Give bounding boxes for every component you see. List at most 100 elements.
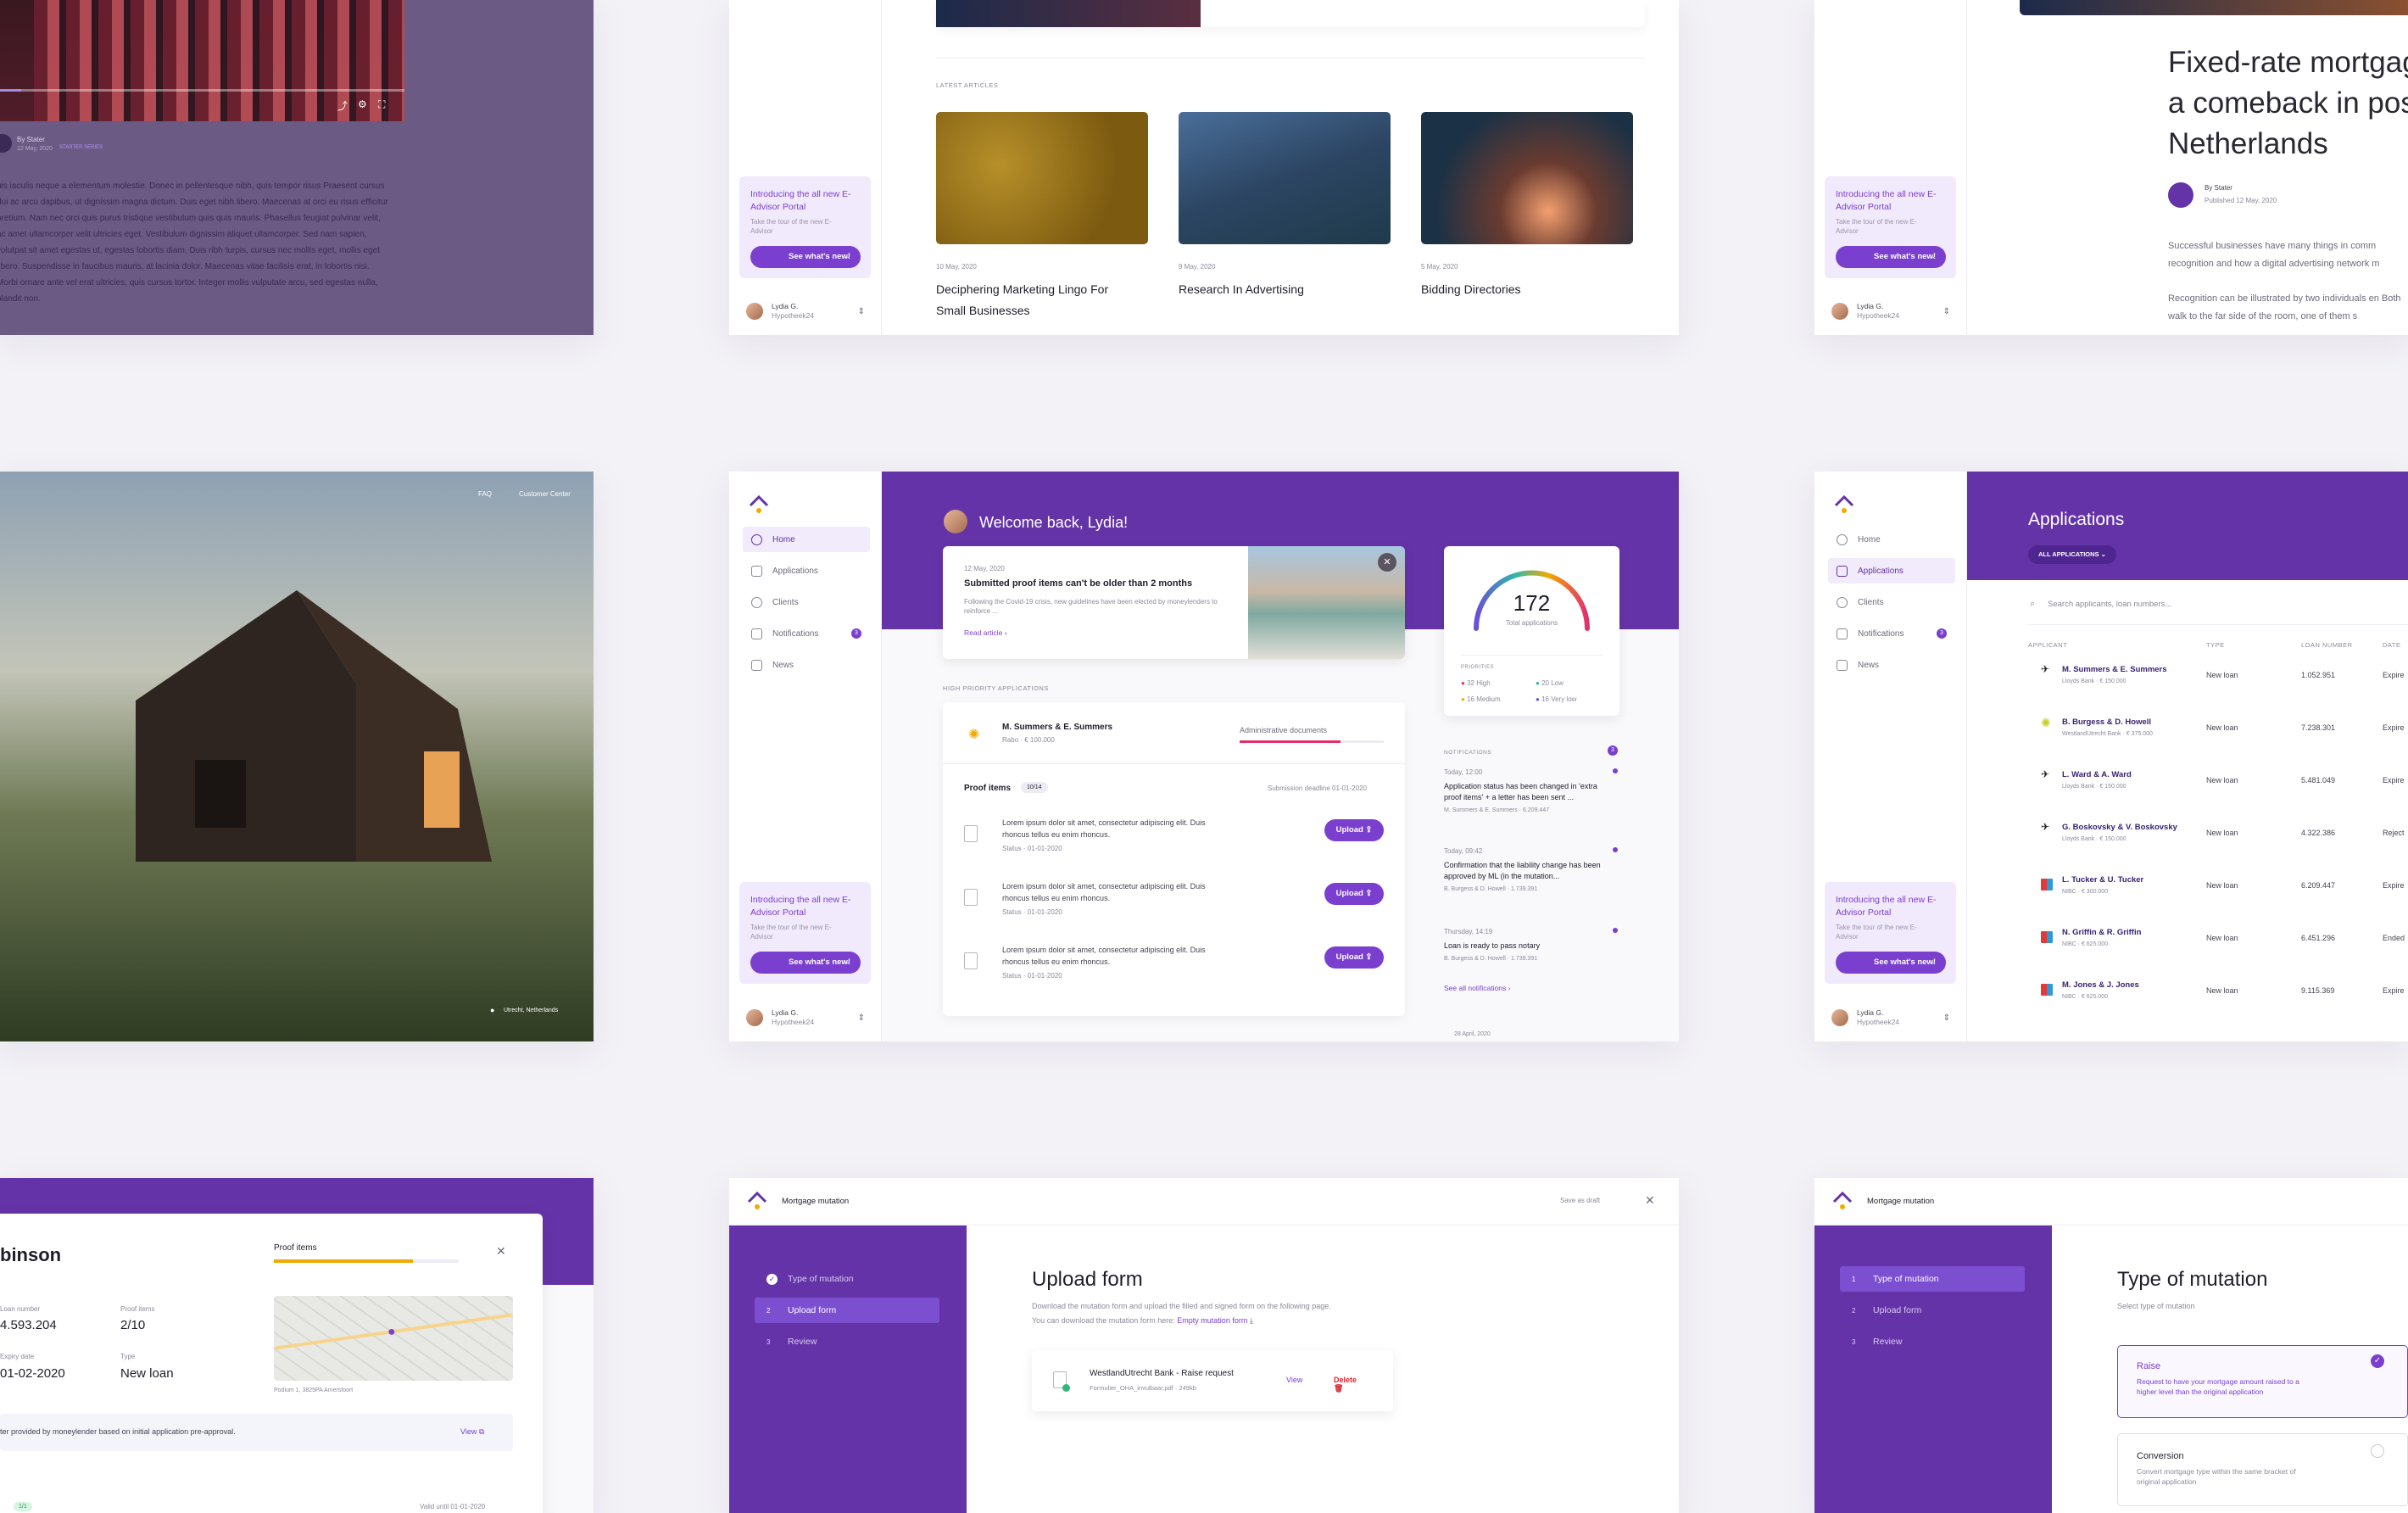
nav-item-notifications[interactable]: Notifications 3 (743, 621, 870, 646)
nav-item-home[interactable]: Home (1828, 527, 1955, 552)
see-all-notifications-link[interactable]: See all notifications › (1444, 984, 1510, 992)
filter-dropdown[interactable]: ALL APPLICATIONS ⌄ (2028, 545, 2116, 564)
uploaded-file-card: WestlandUtrecht Bank - Raise request For… (1032, 1350, 1393, 1411)
save-draft-button[interactable]: Save as draft (1560, 1197, 1600, 1204)
table-row[interactable]: ✈ L. Ward & A. Ward Lloyds Bank · € 150.… (2028, 762, 2408, 814)
video-player[interactable]: ⤴ ⚙ ⛶ (0, 0, 404, 121)
user-name: Lydia G. (1857, 302, 1884, 310)
empty-form-link[interactable]: Empty mutation form (1177, 1316, 1247, 1325)
nav-item-notifications[interactable]: Notifications 3 (1828, 621, 1955, 646)
type-of-mutation-card: Mortgage mutation 1 Type of mutation 2 Upl… (1814, 1178, 2408, 1513)
table-row[interactable]: ✈ M. Summers & E. Summers Lloyds Bank · … (2028, 656, 2408, 709)
table-row[interactable]: ✺ B. Burgess & D. Howell WestlandUtrecht… (2028, 709, 2408, 762)
see-whats-new-button[interactable]: See what's new! → (750, 246, 861, 268)
upload-button[interactable]: Upload ⇪ (1324, 946, 1384, 969)
notifications-label: NOTIFICATIONS (1444, 750, 1492, 756)
promo-title: Introducing the all new E-Advisor Portal (1836, 895, 1937, 918)
column-header-loan-number[interactable]: LOAN NUMBER (2301, 641, 2353, 649)
article-date: 10 May, 2020 (936, 263, 977, 271)
priority-application-card: ✺ M. Summers & E. Summers Rabo · € 100.0… (943, 702, 1405, 1016)
search-input[interactable]: Search applicants, loan numbers... (2048, 600, 2171, 609)
flow-title: Mortgage mutation (782, 1197, 850, 1206)
faq-link[interactable]: FAQ (478, 490, 492, 498)
priority-high: ● 32 High (1461, 679, 1491, 687)
section-label: HIGH PRIORITY APPLICATIONS (943, 684, 1049, 692)
share-icon[interactable]: ⤴ (337, 98, 348, 113)
notification-item[interactable]: Today, 12:00 Application status has been… (1444, 768, 1619, 813)
column-header-applicant[interactable]: APPLICANT (2028, 641, 2067, 649)
close-icon[interactable]: ✕ (1378, 553, 1396, 572)
news-card: 12 May, 2020 Submitted proof items can't… (943, 546, 1405, 659)
close-icon[interactable]: ✕ (1645, 1193, 1655, 1208)
step-upload-form[interactable]: 2 Upload form (1840, 1298, 2025, 1323)
promo-title: Introducing the all new E-Advisor Portal (750, 895, 851, 918)
user-switcher[interactable]: Lydia G. Hypotheek24 ⇕ (746, 302, 865, 321)
form-title: Upload form (1032, 1268, 1143, 1291)
user-name: Lydia G. (1857, 1008, 1884, 1017)
table-row[interactable]: L. Tucker & U. Tucker NIBC · € 300.000 N… (2028, 867, 2408, 919)
read-article-link[interactable]: Read article › (964, 628, 1007, 637)
delete-file-button[interactable]: Delete 🗑 (1334, 1376, 1357, 1393)
step-review[interactable]: 3 Review (755, 1329, 939, 1354)
nav-item-news[interactable]: News (743, 652, 870, 678)
user-switcher[interactable]: Lydia G. Hypotheek24 ⇕ (746, 1008, 865, 1027)
view-file-button[interactable]: View (1286, 1376, 1302, 1384)
notification-badge: 3 (851, 628, 861, 639)
notification-item[interactable]: Thursday, 14:19 Loan is ready to pass no… (1444, 928, 1619, 962)
tag-badge: STARTER SERIES (59, 145, 103, 150)
total-applications-label: Total applications (1505, 619, 1558, 627)
bank-logo-icon: ✈ (2041, 768, 2050, 780)
user-icon (751, 596, 762, 608)
see-whats-new-button[interactable]: See what's new! → (1836, 246, 1946, 268)
option-raise[interactable]: Raise Request to have your mortgage amou… (2117, 1345, 2408, 1418)
bank-logo-icon (2041, 984, 2053, 996)
settings-icon[interactable]: ⚙ (358, 98, 367, 110)
step-type-of-mutation[interactable]: ✓ Type of mutation (755, 1266, 939, 1292)
proof-item-text: Lorem ipsum dolor sit amet, consectetur … (1002, 946, 1206, 966)
nav-item-clients[interactable]: Clients (1828, 589, 1955, 615)
promo-subtitle: Take the tour of the new E-Advisor (1836, 924, 1917, 941)
step-upload-form[interactable]: 2 Upload form (755, 1298, 939, 1323)
nav-item-news[interactable]: News (1828, 652, 1955, 678)
home-icon (1837, 533, 1848, 545)
user-switcher[interactable]: Lydia G. Hypotheek24 ⇕ (1831, 302, 1950, 321)
expiry-date-value: 01-02-2020 (0, 1366, 65, 1381)
proof-item-text: Lorem ipsum dolor sit amet, consectetur … (1002, 818, 1206, 839)
article-card[interactable]: 9 May, 2020 Research In Advertising (1179, 112, 1391, 300)
see-whats-new-button[interactable]: See what's new! → (750, 952, 861, 974)
table-row[interactable]: M. Jones & J. Jones NIBC · € 625.000 New… (2028, 972, 2408, 1024)
article-card[interactable]: 10 May, 2020 Deciphering Marketing Lingo… (936, 112, 1148, 321)
upload-form-card: Mortgage mutation Save as draft ✕ ✓ Type … (729, 1178, 1679, 1513)
avatar (1831, 303, 1848, 320)
fullscreen-icon[interactable]: ⛶ (378, 98, 385, 111)
option-conversion[interactable]: Conversion Convert mortgage type within … (2117, 1433, 2408, 1506)
column-header-date[interactable]: DATE (2383, 641, 2400, 649)
table-row[interactable]: ✈ G. Boskovsky & V. Boskovsky Lloyds Ban… (2028, 814, 2408, 867)
upload-button[interactable]: Upload ⇪ (1324, 819, 1384, 841)
close-icon[interactable]: ✕ (496, 1244, 506, 1259)
article-card[interactable]: 5 May, 2020 Bidding Directories (1421, 112, 1633, 300)
logo-icon (747, 1191, 767, 1209)
nav-item-applications[interactable]: Applications (743, 558, 870, 583)
bank-logo-icon (2041, 931, 2053, 943)
table-row[interactable]: N. Griffin & R. Griffin NIBC · € 625.000… (2028, 919, 2408, 972)
view-link[interactable]: View ⧉ (460, 1427, 484, 1437)
user-switcher[interactable]: Lydia G. Hypotheek24 ⇕ (1831, 1008, 1950, 1027)
notification-item[interactable]: Today, 09:42 Confirmation that the liabi… (1444, 847, 1619, 892)
customer-center-link[interactable]: Customer Center (519, 490, 571, 498)
column-header-type[interactable]: TYPE (2206, 641, 2225, 649)
nav-item-clients[interactable]: Clients (743, 589, 870, 615)
bank-logo-icon (2041, 879, 2053, 890)
nav-item-home[interactable]: Home (743, 527, 870, 552)
step-review[interactable]: 3 Review (1840, 1329, 2025, 1354)
byline: By Stater (17, 136, 45, 143)
upload-button[interactable]: Upload ⇪ (1324, 883, 1384, 905)
chevron-updown-icon: ⇕ (857, 306, 865, 316)
nav-item-applications[interactable]: Applications (1828, 558, 1955, 583)
see-whats-new-button[interactable]: See what's new! → (1836, 952, 1946, 974)
applicant-name[interactable]: M. Summers & E. Summers (1002, 723, 1112, 732)
step-type-of-mutation[interactable]: 1 Type of mutation (1840, 1266, 2025, 1292)
clipboard-icon (1837, 565, 1848, 577)
location-map[interactable]: ● (274, 1296, 513, 1381)
valid-until: Valid until 01-01-2020 (420, 1503, 486, 1510)
